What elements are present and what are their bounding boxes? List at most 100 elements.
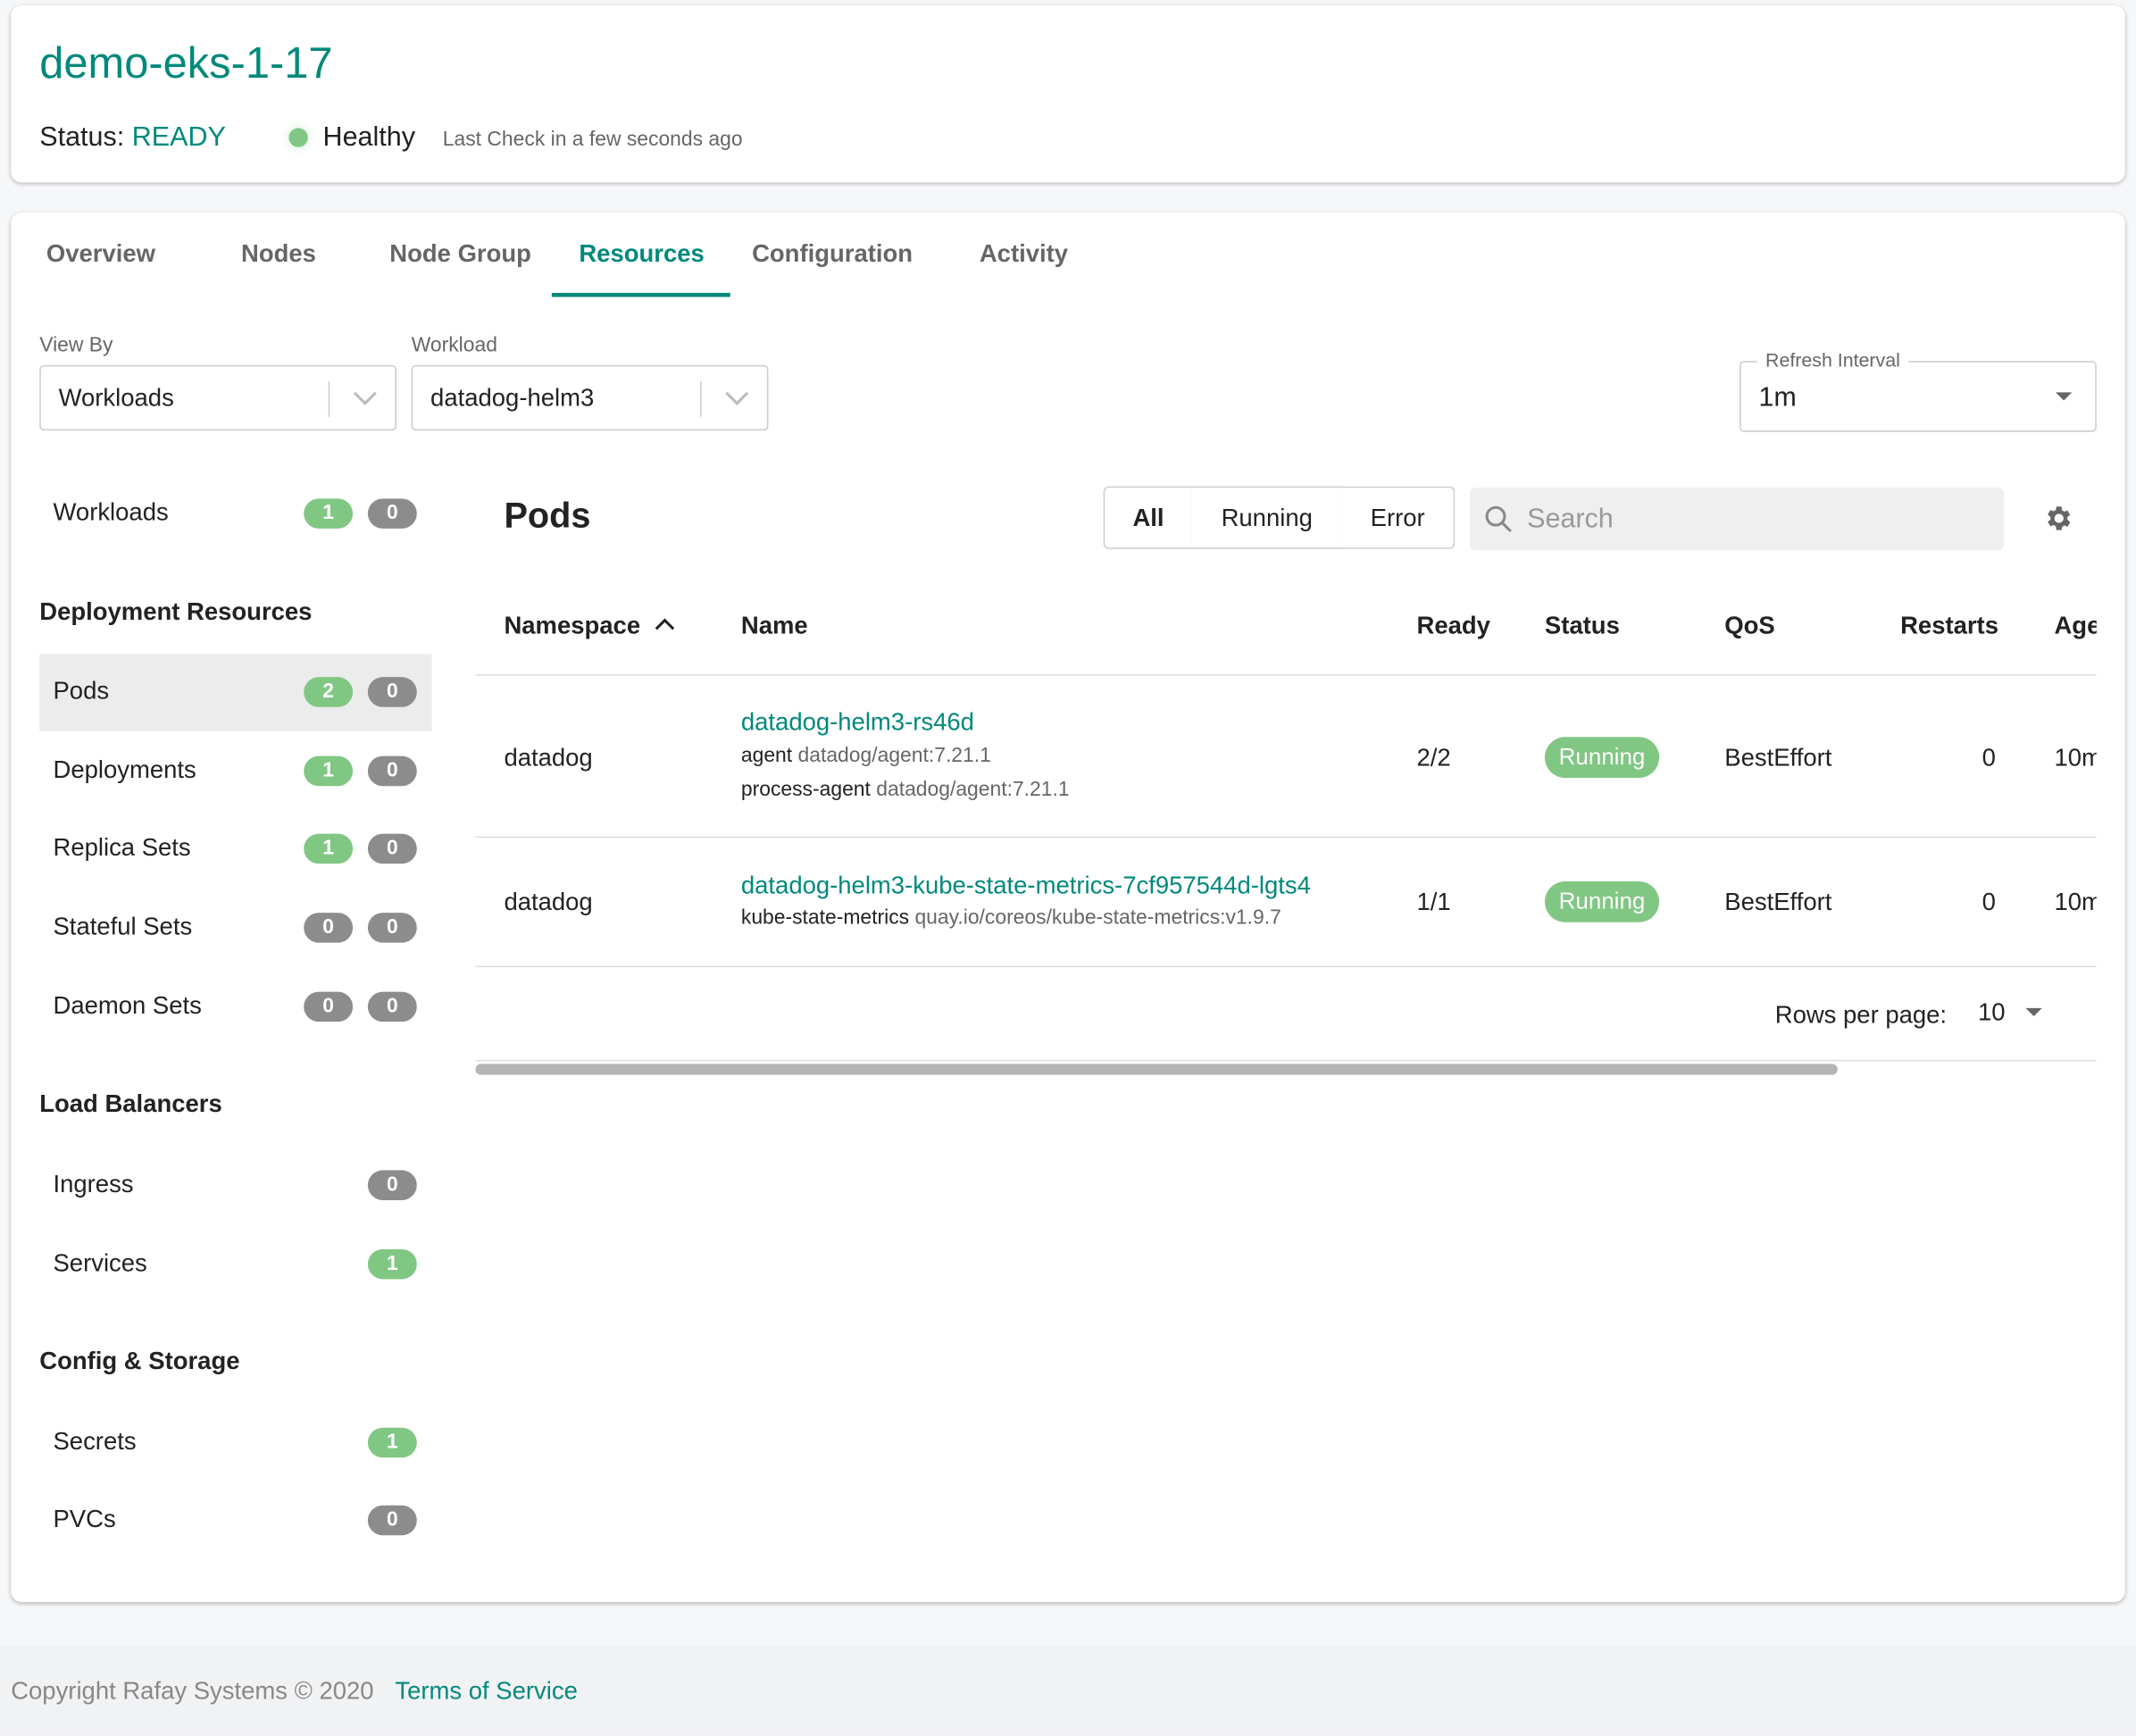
search-icon — [1485, 505, 1512, 533]
container-name: agent — [740, 743, 793, 767]
sidebar-item-services[interactable]: Services 1 — [39, 1226, 431, 1304]
sidebar-item-replica-sets[interactable]: Replica Sets 1 0 — [39, 811, 431, 889]
count-badge: 1 — [367, 1248, 417, 1280]
sidebar-item-deployments[interactable]: Deployments 1 0 — [39, 733, 431, 811]
container-name: kube-state-metrics — [740, 906, 910, 930]
cluster-header-card: demo-eks-1-17 Status: READY Healthy Last… — [11, 5, 2125, 183]
container-image: datadog/agent:7.21.1 — [797, 743, 991, 767]
sidebar-item-ingress[interactable]: Ingress 0 — [39, 1147, 431, 1224]
sidebar-item-label: Services — [53, 1248, 147, 1277]
horizontal-scrollbar[interactable] — [475, 1064, 1838, 1075]
error-count-badge: 0 — [367, 498, 417, 529]
column-namespace[interactable]: Namespace — [504, 611, 675, 640]
rows-per-page-label: Rows per page: — [1774, 1001, 1948, 1029]
container-image: datadog/agent:7.21.1 — [876, 778, 1070, 801]
last-check: Last Check in a few seconds ago — [442, 128, 743, 152]
tab-node-group[interactable]: Node Group — [389, 239, 531, 268]
search-placeholder: Search — [1527, 504, 1614, 534]
tab-nodes[interactable]: Nodes — [241, 239, 316, 268]
ok-count-badge: 2 — [304, 677, 354, 707]
sidebar-item-label: Replica Sets — [53, 833, 191, 862]
status: Status: READY — [39, 122, 226, 154]
ok-count-badge: 1 — [304, 755, 354, 787]
tab-activity[interactable]: Activity — [980, 239, 1068, 268]
workload-value: datadog-helm3 — [430, 384, 595, 412]
container-name: process-agent — [740, 778, 871, 801]
qos-cell: BestEffort — [1724, 743, 1832, 772]
refresh-interval-label: Refresh Interval — [1756, 348, 1908, 371]
column-age[interactable]: Age — [2054, 612, 2096, 640]
pod-name-link[interactable]: datadog-helm3-kube-state-metrics-7cf9575… — [741, 872, 1311, 900]
view-by-label: View By — [39, 333, 113, 357]
status-value: READY — [131, 122, 226, 153]
caret-down-icon — [2025, 1007, 2042, 1017]
column-ready[interactable]: Ready — [1417, 612, 1490, 640]
terms-of-service-link[interactable]: Terms of Service — [395, 1677, 577, 1706]
chevron-down-icon — [353, 381, 377, 405]
sidebar-item-label: Workloads — [53, 498, 169, 526]
error-count-badge: 0 — [367, 991, 417, 1022]
search-input[interactable]: Search — [1470, 488, 2005, 551]
sidebar-item-label: Stateful Sets — [53, 913, 193, 940]
status-badge: Running — [1544, 881, 1660, 922]
sidebar-item-workloads[interactable]: Workloads 1 0 — [39, 475, 431, 553]
footer: Copyright Rafay Systems © 2020 Terms of … — [0, 1645, 2136, 1736]
count-badge: 1 — [367, 1427, 417, 1458]
refresh-interval-value: 1m — [1758, 382, 1797, 413]
namespace-cell: datadog — [504, 888, 593, 916]
refresh-interval-select[interactable]: Refresh Interval 1m — [1740, 348, 2097, 432]
sidebar-item-label: Pods — [53, 677, 110, 705]
sidebar-item-pods[interactable]: Pods 2 0 — [39, 654, 432, 732]
column-status[interactable]: Status — [1545, 612, 1620, 640]
view-by-select[interactable]: Workloads — [39, 364, 396, 431]
caret-down-icon — [2055, 392, 2073, 401]
count-badge: 0 — [367, 1505, 417, 1536]
qos-cell: BestEffort — [1724, 888, 1832, 916]
sort-ascending-icon — [655, 618, 675, 638]
container-info: process-agent datadog/agent:7.21.1 — [741, 778, 1070, 801]
sidebar-item-secrets[interactable]: Secrets 1 — [39, 1405, 431, 1482]
restarts-cell: 0 — [1982, 888, 1996, 916]
rows-per-page-select[interactable]: 10 — [1978, 998, 2042, 1027]
rows-per-page-value: 10 — [1978, 998, 2006, 1026]
count-badge: 0 — [367, 1170, 417, 1200]
namespace-cell: datadog — [504, 743, 593, 772]
divider — [475, 1059, 2097, 1062]
sidebar-item-stateful-sets[interactable]: Stateful Sets 0 0 — [39, 889, 431, 967]
sidebar-item-daemon-sets[interactable]: Daemon Sets 0 0 — [39, 969, 431, 1047]
divider — [475, 965, 2097, 968]
column-restarts[interactable]: Restarts — [1900, 612, 1998, 640]
column-name[interactable]: Name — [741, 612, 808, 640]
ok-count-badge: 1 — [304, 498, 354, 529]
load-balancers-heading: Load Balancers — [39, 1089, 222, 1117]
sidebar-item-label: PVCs — [53, 1505, 116, 1533]
sidebar-item-label: Secrets — [53, 1427, 137, 1456]
error-count-badge: 0 — [367, 913, 417, 943]
chevron-down-icon — [725, 381, 749, 405]
gear-icon[interactable] — [2042, 503, 2073, 534]
deployment-resources-heading: Deployment Resources — [39, 597, 313, 626]
ok-count-badge: 0 — [304, 913, 354, 943]
status-badge: Running — [1544, 737, 1660, 779]
workload-label: Workload — [411, 333, 497, 357]
pod-name-link[interactable]: datadog-helm3-rs46d — [741, 708, 974, 737]
filter-running-button[interactable]: Running — [1191, 486, 1344, 549]
filter-all-button[interactable]: All — [1103, 486, 1194, 549]
column-label: Namespace — [504, 611, 641, 639]
tab-configuration[interactable]: Configuration — [752, 239, 913, 268]
divider — [475, 674, 2097, 676]
tab-resources[interactable]: Resources — [579, 239, 704, 268]
divider — [328, 381, 330, 417]
column-qos[interactable]: QoS — [1724, 612, 1774, 640]
error-count-badge: 0 — [367, 677, 417, 707]
ready-cell: 1/1 — [1416, 888, 1451, 916]
tab-overview[interactable]: Overview — [46, 239, 155, 268]
health-dot-icon — [288, 128, 308, 147]
health-status: Healthy — [322, 122, 415, 153]
sidebar-item-pvcs[interactable]: PVCs 0 — [39, 1482, 431, 1560]
workload-select[interactable]: datadog-helm3 — [411, 364, 769, 431]
sidebar-item-label: Deployments — [53, 755, 196, 784]
restarts-cell: 0 — [1982, 743, 1996, 772]
filter-error-button[interactable]: Error — [1341, 486, 1456, 549]
age-cell: 10m — [2054, 743, 2096, 772]
